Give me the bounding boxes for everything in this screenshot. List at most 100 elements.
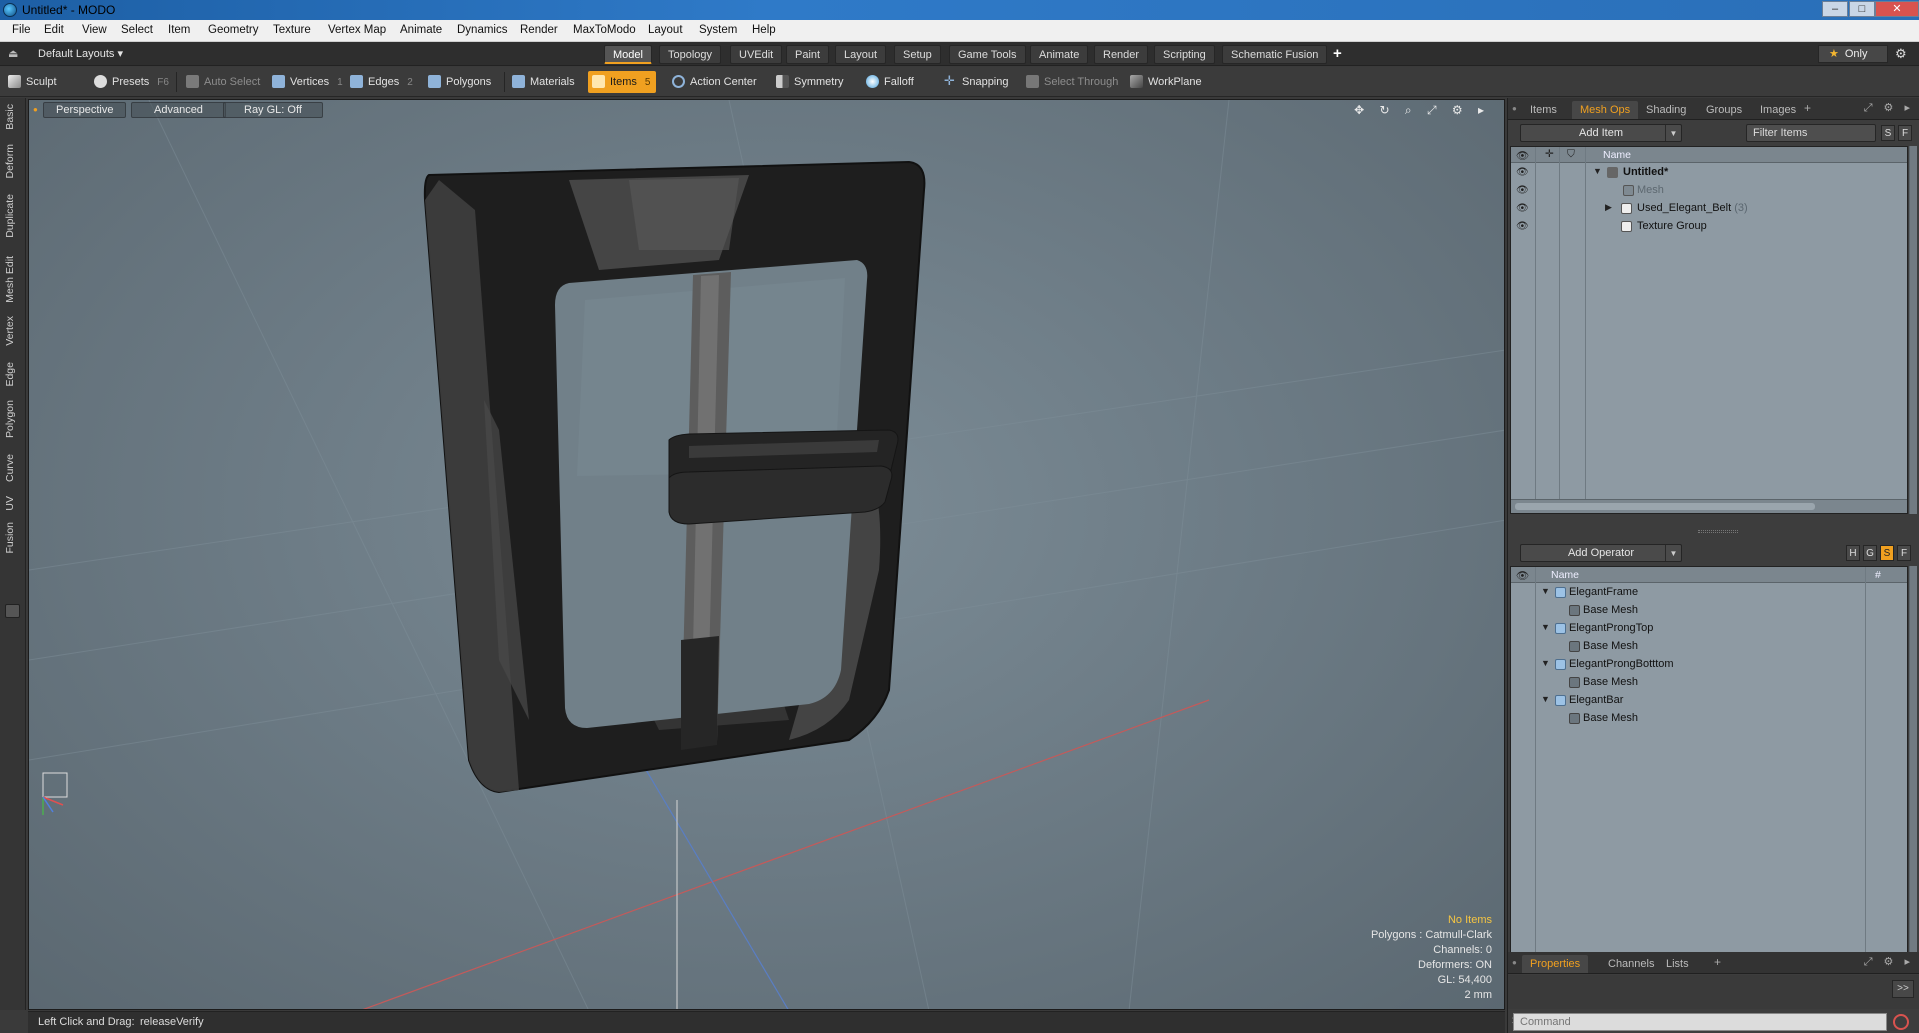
polygons-button[interactable]: Polygons (424, 71, 497, 93)
collapse-triangle-icon[interactable]: ▼ (1541, 622, 1550, 632)
menu-edit[interactable]: Edit (44, 24, 64, 36)
menu-dynamics[interactable]: Dynamics (457, 24, 507, 36)
panel-options-icons[interactable]: ⤢ ⚙ ▸ (1864, 955, 1914, 969)
item-list-vertical-scrollbar[interactable] (1909, 146, 1917, 514)
tab-groups[interactable]: Groups (1698, 101, 1750, 119)
meshop-row-base-mesh[interactable]: Base Mesh (1511, 710, 1907, 728)
only-button[interactable]: ★ Only (1818, 45, 1888, 63)
filter-items-input[interactable]: Filter Items (1746, 124, 1876, 142)
tab-mesh-ops[interactable]: Mesh Ops (1572, 101, 1639, 119)
3d-viewport[interactable]: ● Perspective Advanced Ray GL: Off ✥ ↻ ⌕… (28, 99, 1505, 1010)
viewport-scene[interactable] (29, 100, 1505, 1010)
add-panel-tab-button[interactable]: + (1714, 955, 1721, 969)
tab-items[interactable]: Items (1522, 101, 1565, 119)
meshop-row-elegant-frame[interactable]: ▼ ElegantFrame (1511, 584, 1907, 602)
eye-icon[interactable]: 👁 (1516, 221, 1529, 232)
menu-texture[interactable]: Texture (273, 24, 311, 36)
collapse-triangle-icon[interactable]: ▼ (1593, 166, 1602, 176)
eye-icon[interactable]: 👁 (1516, 167, 1529, 178)
falloff-button[interactable]: Falloff (862, 71, 920, 93)
ray-gl-button[interactable]: Ray GL: Off (223, 102, 323, 118)
item-row-texture-group[interactable]: 👁 Texture Group (1511, 218, 1907, 236)
menu-system[interactable]: System (699, 24, 737, 36)
meshop-row-elegant-prong-top[interactable]: ▼ ElegantProngTop (1511, 620, 1907, 638)
add-item-button[interactable]: Add Item ▼ (1520, 124, 1682, 142)
sculpt-button[interactable]: Sculpt (4, 71, 63, 93)
menu-maxtomodo[interactable]: MaxToModo (573, 24, 636, 36)
tab-layout[interactable]: Layout (835, 45, 887, 64)
mesh-ops-vertical-scrollbar[interactable] (1909, 566, 1917, 962)
tab-lists[interactable]: Lists (1658, 955, 1697, 973)
left-panel-toggle-button[interactable] (5, 604, 20, 618)
viewport-nav-icons[interactable]: ✥ ↻ ⌕ ⤢ ⚙ ▸ (1354, 103, 1490, 118)
tab-properties[interactable]: Properties (1522, 955, 1589, 973)
item-row-untitled[interactable]: 👁 ▼ Untitled* (1511, 164, 1907, 182)
edges-button[interactable]: Edges 2 (346, 71, 419, 93)
collapse-triangle-icon[interactable]: ▼ (1541, 658, 1550, 668)
tab-schematic-fusion[interactable]: Schematic Fusion (1222, 45, 1328, 64)
meshop-row-base-mesh[interactable]: Base Mesh (1511, 674, 1907, 692)
f-filter-button[interactable]: F (1898, 125, 1912, 141)
auto-select-button[interactable]: Auto Select (182, 71, 266, 93)
menu-render[interactable]: Render (520, 24, 558, 36)
minimize-button[interactable]: – (1822, 1, 1848, 17)
menu-help[interactable]: Help (752, 24, 776, 36)
menu-geometry[interactable]: Geometry (208, 24, 259, 36)
command-input[interactable] (1513, 1013, 1887, 1031)
perspective-button[interactable]: Perspective (43, 102, 127, 118)
s-filter-button[interactable]: S (1881, 125, 1895, 141)
vertices-button[interactable]: Vertices 1 (268, 71, 349, 93)
symmetry-button[interactable]: Symmetry (772, 71, 850, 93)
close-button[interactable]: ✕ (1875, 1, 1919, 17)
tab-shading[interactable]: Shading (1638, 101, 1694, 119)
meshop-row-base-mesh[interactable]: Base Mesh (1511, 602, 1907, 620)
item-row-mesh[interactable]: 👁 Mesh (1511, 182, 1907, 200)
menu-file[interactable]: File (12, 24, 31, 36)
menu-select[interactable]: Select (121, 24, 153, 36)
tab-channels[interactable]: Channels (1600, 955, 1662, 973)
vtab-uv[interactable]: UV (4, 496, 16, 511)
panel-options-icons[interactable]: ⤢ ⚙ ▸ (1864, 101, 1914, 115)
menu-animate[interactable]: Animate (400, 24, 442, 36)
tab-model[interactable]: Model (604, 45, 652, 64)
menu-layout[interactable]: Layout (648, 24, 683, 36)
expand-properties-button[interactable]: >> (1892, 980, 1914, 998)
command-history-icon[interactable] (1893, 1014, 1909, 1030)
belt-buckle-model[interactable] (423, 160, 926, 794)
add-tab-button[interactable]: + (1333, 45, 1342, 62)
menu-view[interactable]: View (82, 24, 107, 36)
tab-game-tools[interactable]: Game Tools (949, 45, 1026, 64)
g-button[interactable]: G (1863, 545, 1877, 561)
meshop-row-elegant-prong-bottom[interactable]: ▼ ElegantProngBotttom (1511, 656, 1907, 674)
gear-icon[interactable]: ⚙ (1895, 46, 1907, 62)
presets-button[interactable]: Presets F6 (90, 71, 175, 93)
tab-render[interactable]: Render (1094, 45, 1149, 64)
tab-topology[interactable]: Topology (659, 45, 722, 64)
eye-icon[interactable]: 👁 (1516, 203, 1529, 214)
menu-vertex-map[interactable]: Vertex Map (328, 24, 386, 36)
tab-paint[interactable]: Paint (786, 45, 830, 64)
vtab-fusion[interactable]: Fusion (4, 522, 16, 554)
h-button[interactable]: H (1846, 545, 1860, 561)
item-row-used-elegant-belt[interactable]: 👁 ▶ Used_Elegant_Belt (3) (1511, 200, 1907, 218)
vtab-duplicate[interactable]: Duplicate (4, 194, 16, 238)
vtab-polygon[interactable]: Polygon (4, 400, 16, 438)
tab-uvedit[interactable]: UVEdit (730, 45, 783, 64)
add-operator-button[interactable]: Add Operator ▼ (1520, 544, 1682, 562)
expand-triangle-icon[interactable]: ▶ (1605, 202, 1612, 213)
vtab-curve[interactable]: Curve (4, 454, 16, 482)
items-button[interactable]: Items 5 (588, 71, 657, 93)
vtab-edge[interactable]: Edge (4, 362, 16, 387)
maximize-button[interactable]: □ (1849, 1, 1875, 17)
panel-splitter[interactable] (1508, 528, 1919, 536)
tab-setup[interactable]: Setup (894, 45, 941, 64)
collapse-triangle-icon[interactable]: ▼ (1541, 694, 1550, 704)
meshop-row-base-mesh[interactable]: Base Mesh (1511, 638, 1907, 656)
snapping-button[interactable]: ✛ Snapping (940, 71, 1015, 93)
horizontal-scrollbar[interactable] (1511, 499, 1907, 513)
vtab-mesh-edit[interactable]: Mesh Edit (4, 256, 16, 303)
menu-item[interactable]: Item (168, 24, 190, 36)
action-center-button[interactable]: Action Center (668, 71, 763, 93)
eye-icon[interactable]: 👁 (1516, 185, 1529, 196)
tab-scripting[interactable]: Scripting (1154, 45, 1215, 64)
